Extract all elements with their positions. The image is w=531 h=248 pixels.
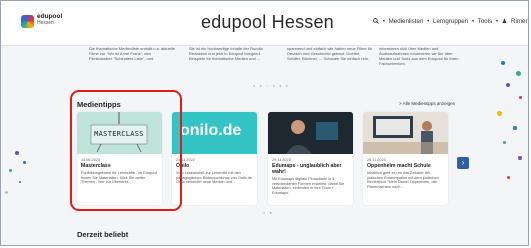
logo-mark-icon — [21, 15, 34, 28]
media-card-oppenheim[interactable]: 26.11.2023 Oppenheim macht Schule Inhalt… — [363, 112, 448, 205]
strip-card-text: informieren sich über Medien und Audioau… — [379, 46, 459, 66]
nav-bullet: • — [427, 18, 430, 25]
strip-card-text: spannend und einfach wie haben neue Film… — [287, 46, 373, 61]
classroom-photo-icon — [363, 112, 448, 154]
card-date: 24.11.2022 — [176, 158, 195, 162]
card-description: Vom Leseanstoß zur Leserolle mit den päd… — [176, 171, 254, 185]
site-title: edupool Hessen — [201, 12, 334, 32]
media-card-onilo[interactable]: onilo.de 24.11.2022 Onilo Vom Leseanstoß… — [172, 112, 257, 205]
card-thumbnail — [363, 112, 448, 154]
browser-frame: edupool Hessen edupool Hessen • Medienli… — [0, 0, 529, 246]
section-title-medientipps: Medientipps — [77, 100, 121, 109]
decorative-dot — [9, 169, 12, 172]
strip-card-text: Sie ist ein hochwertige Inhalte der Rund… — [189, 46, 263, 61]
decorative-dot — [519, 96, 522, 99]
card-thumbnail — [268, 112, 353, 154]
card-date: 29.11.2023 — [272, 158, 291, 162]
site-header: edupool Hessen edupool Hessen • Medienli… — [1, 1, 528, 46]
card-description: Fortbildungskurse für Lehrkräfte - im Ed… — [81, 171, 158, 185]
card-title: Masterclass — [81, 163, 111, 169]
decorative-dot — [5, 191, 8, 194]
decorative-dot — [497, 111, 502, 116]
strip-card-text: Die thematische Medienliste enthält u.a.… — [89, 46, 175, 61]
card-thumbnail: onilo.de — [172, 112, 257, 154]
edupool-logo[interactable]: edupool Hessen — [21, 13, 69, 33]
decorative-dot — [513, 126, 517, 130]
nav-item-medienlisten[interactable]: Medienlisten — [389, 18, 424, 25]
card-date: 14.06.2023 — [81, 158, 101, 162]
nav-bullet: • — [495, 18, 498, 25]
chevron-right-icon: › — [461, 158, 465, 167]
all-medientipps-link[interactable]: > Alle Medientipps anzeigen — [399, 101, 455, 106]
thumbnail-caption: MASTERCLASS — [94, 130, 144, 138]
logo-subtext: Hessen — [37, 20, 54, 26]
medientipps-carousel-dots[interactable]: ● ● — [263, 210, 273, 215]
media-card-edumaps[interactable]: 29.11.2023 Edumaps - unglaublich aber wa… — [268, 112, 353, 205]
decorative-dot — [518, 156, 522, 160]
nav-bullet: • — [471, 18, 475, 25]
card-title: Oppenheim macht Schule — [367, 163, 431, 169]
card-thumbnail: MASTERCLASS — [77, 112, 162, 154]
user-icon[interactable]: ♟ — [502, 18, 508, 25]
person-photo-icon — [268, 112, 353, 154]
logo-text: edupool — [37, 13, 63, 20]
card-title: Edumaps - unglaublich aber wahr! — [272, 163, 342, 175]
nav-bullet: • — [382, 18, 385, 25]
top-navigation: • Medienlisten • Lerngruppen • Tools • ♟… — [373, 18, 528, 25]
search-icon[interactable] — [373, 18, 379, 24]
card-title: Onilo — [176, 163, 190, 169]
media-card-masterclass[interactable]: MASTERCLASS 14.06.2023 Masterclass Fortb… — [77, 112, 162, 205]
nav-item-user[interactable]: Rimer — [511, 18, 528, 25]
decorative-dot — [23, 161, 26, 164]
card-description: Inhaltlich geht es um das Zeitalter der … — [367, 171, 439, 189]
decorative-dot — [501, 61, 505, 65]
decorative-dot — [15, 151, 19, 155]
onilo-logo: onilo.de — [180, 122, 242, 139]
decorative-dot — [19, 181, 21, 183]
card-description: Mit Edumaps digitale Pinnwände in 3 vers… — [272, 177, 345, 195]
decorative-dot — [516, 71, 521, 76]
decorative-dot — [503, 141, 506, 144]
carousel-dots[interactable]: ● ● ● ● ● ● — [253, 83, 290, 88]
carousel-next-button[interactable]: › — [457, 157, 469, 169]
section-title-derzeit-beliebt: Derzeit beliebt — [77, 230, 129, 239]
decorative-dot — [506, 83, 510, 87]
card-date: 26.11.2023 — [367, 158, 386, 162]
nav-item-lerngruppen[interactable]: Lerngruppen — [433, 18, 468, 25]
nav-item-tools[interactable]: Tools — [478, 18, 492, 25]
decorative-dot — [507, 176, 510, 179]
